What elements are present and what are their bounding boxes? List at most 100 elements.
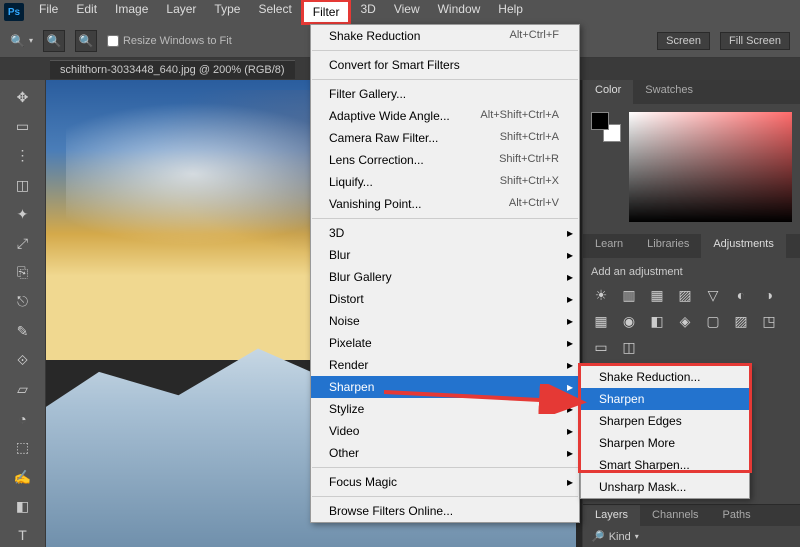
tool-9[interactable]: ⟐ — [11, 349, 35, 372]
tool-0[interactable]: ✥ — [11, 86, 35, 109]
menu-file[interactable]: File — [30, 0, 67, 25]
tab-swatches[interactable]: Swatches — [633, 80, 705, 104]
filter-menu-video[interactable]: Video — [311, 420, 579, 442]
adjustment-icon-4[interactable]: ▽ — [703, 286, 723, 304]
filter-menu-liquify-[interactable]: Liquify...Shift+Ctrl+X — [311, 171, 579, 193]
adjustment-icon-15[interactable]: ◫ — [619, 338, 639, 356]
filter-menu-pixelate[interactable]: Pixelate — [311, 332, 579, 354]
tab-color[interactable]: Color — [583, 80, 633, 104]
tool-2[interactable]: ⋮ — [11, 144, 35, 167]
filter-menu-blur-gallery[interactable]: Blur Gallery — [311, 266, 579, 288]
tool-1[interactable]: ▭ — [11, 115, 35, 138]
adjustment-icon-13[interactable]: ◳ — [759, 312, 779, 330]
tool-5[interactable]: ⤢ — [11, 232, 35, 255]
sharpen-menu-unsharp-mask-[interactable]: Unsharp Mask... — [581, 476, 749, 498]
color-picker[interactable] — [629, 112, 792, 222]
filter-menu-blur[interactable]: Blur — [311, 244, 579, 266]
tool-4[interactable]: ✦ — [11, 203, 35, 226]
tab-layers[interactable]: Layers — [583, 505, 640, 526]
menu-help[interactable]: Help — [489, 0, 532, 25]
resize-label: Resize Windows to Fit — [123, 35, 232, 47]
menu-3d[interactable]: 3D — [351, 0, 384, 25]
adjustment-icon-10[interactable]: ◈ — [675, 312, 695, 330]
menu-shortcut: Alt+Ctrl+V — [509, 197, 559, 211]
filter-menu-stylize[interactable]: Stylize — [311, 398, 579, 420]
filter-menu-vanishing-point-[interactable]: Vanishing Point...Alt+Ctrl+V — [311, 193, 579, 215]
filter-menu-camera-raw-filter-[interactable]: Camera Raw Filter...Shift+Ctrl+A — [311, 127, 579, 149]
layer-filter-row: 🔎 Kind ▾ — [583, 526, 800, 547]
filter-menu-shake-reduction[interactable]: Shake ReductionAlt+Ctrl+F — [311, 25, 579, 47]
menu-label: Pixelate — [329, 336, 372, 350]
tab-paths[interactable]: Paths — [711, 505, 763, 526]
adjustment-icon-6[interactable]: ◑ — [759, 286, 779, 304]
tool-15[interactable]: T — [11, 524, 35, 547]
filter-menu-render[interactable]: Render — [311, 354, 579, 376]
dropdown-icon[interactable]: ▾ — [635, 532, 639, 541]
menu-window[interactable]: Window — [429, 0, 490, 25]
adjustment-icon-0[interactable]: ☀ — [591, 286, 611, 304]
tool-8[interactable]: ✎ — [11, 320, 35, 343]
menu-select[interactable]: Select — [249, 0, 300, 25]
adjustment-icon-12[interactable]: ▨ — [731, 312, 751, 330]
filter-menu-3d[interactable]: 3D — [311, 222, 579, 244]
tool-7[interactable]: ⎋ — [11, 290, 35, 313]
fg-bg-swatch[interactable] — [591, 112, 621, 142]
zoom-in-button[interactable]: 🔍 — [43, 30, 65, 52]
adjustment-icon-3[interactable]: ▨ — [675, 286, 695, 304]
dropdown-icon[interactable]: ▾ — [29, 36, 33, 45]
tab-learn[interactable]: Learn — [583, 234, 635, 258]
adjustment-icon-7[interactable]: ▦ — [591, 312, 611, 330]
adjustment-icon-2[interactable]: ▦ — [647, 286, 667, 304]
adjustment-icon-5[interactable]: ◐ — [731, 286, 751, 304]
fill-screen-button[interactable]: Fill Screen — [720, 32, 790, 50]
menu-label: Browse Filters Online... — [329, 504, 453, 518]
filter-menu-convert-for-smart-filters[interactable]: Convert for Smart Filters — [311, 54, 579, 76]
tool-10[interactable]: ▱ — [11, 378, 35, 401]
screen-button[interactable]: Screen — [657, 32, 710, 50]
sharpen-menu-sharpen-edges[interactable]: Sharpen Edges — [581, 410, 749, 432]
menu-edit[interactable]: Edit — [67, 0, 106, 25]
fg-color-swatch[interactable] — [591, 112, 609, 130]
adjustment-icon-14[interactable]: ▭ — [591, 338, 611, 356]
document-tab[interactable]: schilthorn-3033448_640.jpg @ 200% (RGB/8… — [50, 60, 295, 79]
filter-menu-focus-magic[interactable]: Focus Magic — [311, 471, 579, 493]
tool-11[interactable]: ◔ — [11, 407, 35, 430]
filter-menu-filter-gallery-[interactable]: Filter Gallery... — [311, 83, 579, 105]
menu-label: Sharpen — [329, 380, 374, 394]
app-icon: Ps — [4, 3, 24, 21]
adjustment-icon-9[interactable]: ◧ — [647, 312, 667, 330]
filter-menu-browse-filters-online-[interactable]: Browse Filters Online... — [311, 500, 579, 522]
filter-menu-other[interactable]: Other — [311, 442, 579, 464]
adjustment-icon-11[interactable]: ▢ — [703, 312, 723, 330]
adjustment-icon-8[interactable]: ◉ — [619, 312, 639, 330]
adjustment-icon-1[interactable]: ▥ — [619, 286, 639, 304]
sharpen-menu-sharpen-more[interactable]: Sharpen More — [581, 432, 749, 454]
tab-channels[interactable]: Channels — [640, 505, 710, 526]
magnifier-icon[interactable]: 🔍 — [10, 34, 25, 48]
menu-view[interactable]: View — [385, 0, 429, 25]
resize-checkbox-input[interactable] — [107, 35, 119, 47]
resize-windows-checkbox[interactable]: Resize Windows to Fit — [107, 35, 232, 47]
filter-menu-adaptive-wide-angle-[interactable]: Adaptive Wide Angle...Alt+Shift+Ctrl+A — [311, 105, 579, 127]
tool-12[interactable]: ⬚ — [11, 436, 35, 459]
tool-13[interactable]: ✍ — [11, 465, 35, 488]
sharpen-menu-sharpen[interactable]: Sharpen — [581, 388, 749, 410]
tab-libraries[interactable]: Libraries — [635, 234, 701, 258]
filter-menu-lens-correction-[interactable]: Lens Correction...Shift+Ctrl+R — [311, 149, 579, 171]
sharpen-menu-shake-reduction-[interactable]: Shake Reduction... — [581, 366, 749, 388]
filter-menu-distort[interactable]: Distort — [311, 288, 579, 310]
menu-layer[interactable]: Layer — [157, 0, 205, 25]
zoom-out-button[interactable]: 🔍 — [75, 30, 97, 52]
menu-image[interactable]: Image — [106, 0, 157, 25]
menu-filter[interactable]: Filter — [301, 0, 352, 25]
menu-type[interactable]: Type — [205, 0, 249, 25]
filter-menu-noise[interactable]: Noise — [311, 310, 579, 332]
tool-3[interactable]: ◫ — [11, 174, 35, 197]
sharpen-menu-smart-sharpen-[interactable]: Smart Sharpen... — [581, 454, 749, 476]
search-icon[interactable]: 🔎 — [591, 530, 605, 543]
tool-6[interactable]: ⎘ — [11, 261, 35, 284]
color-panel-tabs: Color Swatches — [583, 80, 800, 104]
tab-adjustments[interactable]: Adjustments — [701, 234, 786, 258]
tool-14[interactable]: ◧ — [11, 495, 35, 518]
filter-menu-sharpen[interactable]: Sharpen — [311, 376, 579, 398]
